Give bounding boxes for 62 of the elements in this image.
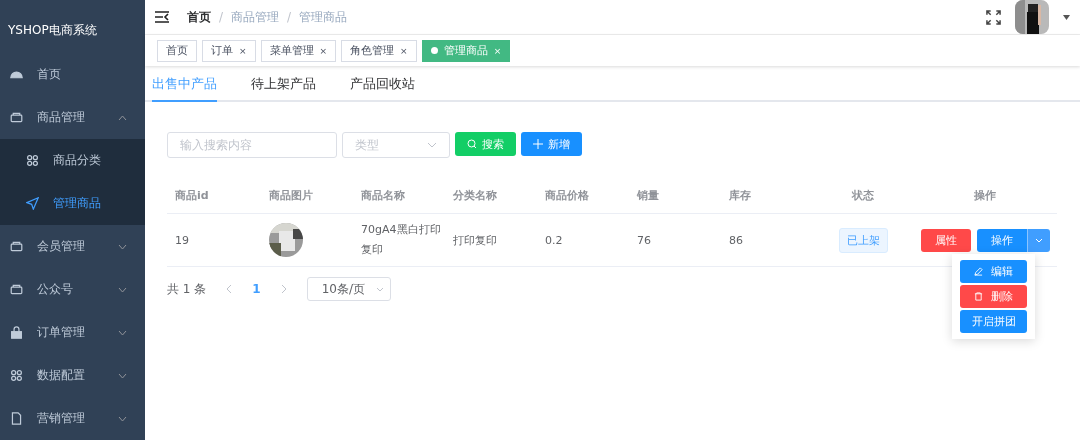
column-header: 商品价格 [537,178,629,214]
dropdown-button[interactable] [1026,228,1050,252]
search-field[interactable]: 输入搜索内容 [167,132,337,158]
pencil-icon [974,267,983,276]
close-icon[interactable]: × [239,45,247,56]
tab[interactable]: 待上架产品 [251,66,316,102]
tab[interactable]: 产品回收站 [350,66,415,102]
total-count: 共 1 条 [167,280,207,298]
column-header: 分类名称 [445,178,537,214]
grid-icon [26,153,39,167]
column-header: 操作 [913,178,1057,214]
search-icon [467,139,477,149]
sidebar-item[interactable]: 营销管理 [0,397,145,440]
column-header: 状态 [813,178,913,214]
tag-tab[interactable]: 菜单管理 × [260,39,337,62]
status-tag: 已上架 [838,227,888,253]
table-cell: 打印复印 [445,214,537,267]
sidebar-item[interactable]: 商品管理 [0,95,145,139]
breadcrumb-separator: / [219,10,224,24]
tag-tab[interactable]: 角色管理 × [341,39,417,62]
column-header: 商品id [167,178,261,214]
column-header: 销量 [629,178,721,214]
menu-icon[interactable] [155,11,169,23]
lock-icon [10,325,23,339]
sidebar-item[interactable]: 会员管理 [0,224,145,268]
column-header: 商品图片 [261,178,353,214]
breadcrumb-separator: / [287,10,292,24]
breadcrumb-item[interactable]: 首页 [187,8,211,26]
table-cell: 19 [167,214,261,267]
caret-icon[interactable] [1063,14,1070,20]
chevron-down-icon [375,286,384,292]
tag-tab[interactable]: 订单 × [202,39,256,62]
app-title: YSHOP电商系统 [7,22,98,39]
close-icon[interactable]: × [400,45,408,56]
tag-tab[interactable]: 首页 [157,39,197,62]
sidebar-item[interactable]: 数据配置 [0,353,145,397]
breadcrumb-item: 管理商品 [299,8,348,26]
close-icon[interactable]: × [319,45,328,56]
column-header: 商品名称 [353,178,445,214]
table-cell-text: 70gA4黑白打印复印 [361,222,441,258]
table-cell: 0.2 [537,214,629,267]
table-cell: 86 [721,214,813,267]
sidebar-item[interactable]: 订单管理 [0,310,145,354]
chevron-down-icon [1034,237,1043,243]
chevron-down-icon [427,142,437,148]
sidebar-item[interactable]: 公众号 [0,267,145,311]
wallet-icon [10,239,23,253]
send-icon [26,196,39,210]
plus-icon [533,139,543,149]
sidebar-subitem[interactable]: 管理商品 [0,181,145,225]
document-icon [10,412,23,425]
fullscreen-icon[interactable] [986,9,1001,25]
active-dot-icon [430,47,438,54]
page-size-select[interactable]: 10条/页 [306,277,391,301]
wallet-icon [10,110,23,124]
grid-icon [10,368,23,382]
trash-icon [974,292,983,301]
sidebar-subitem[interactable]: 商品分类 [0,138,145,182]
table-cell: 76 [629,214,721,267]
wallet-icon [10,282,23,296]
column-header: 库存 [721,178,813,214]
sidebar-item[interactable]: 首页 [0,52,145,96]
